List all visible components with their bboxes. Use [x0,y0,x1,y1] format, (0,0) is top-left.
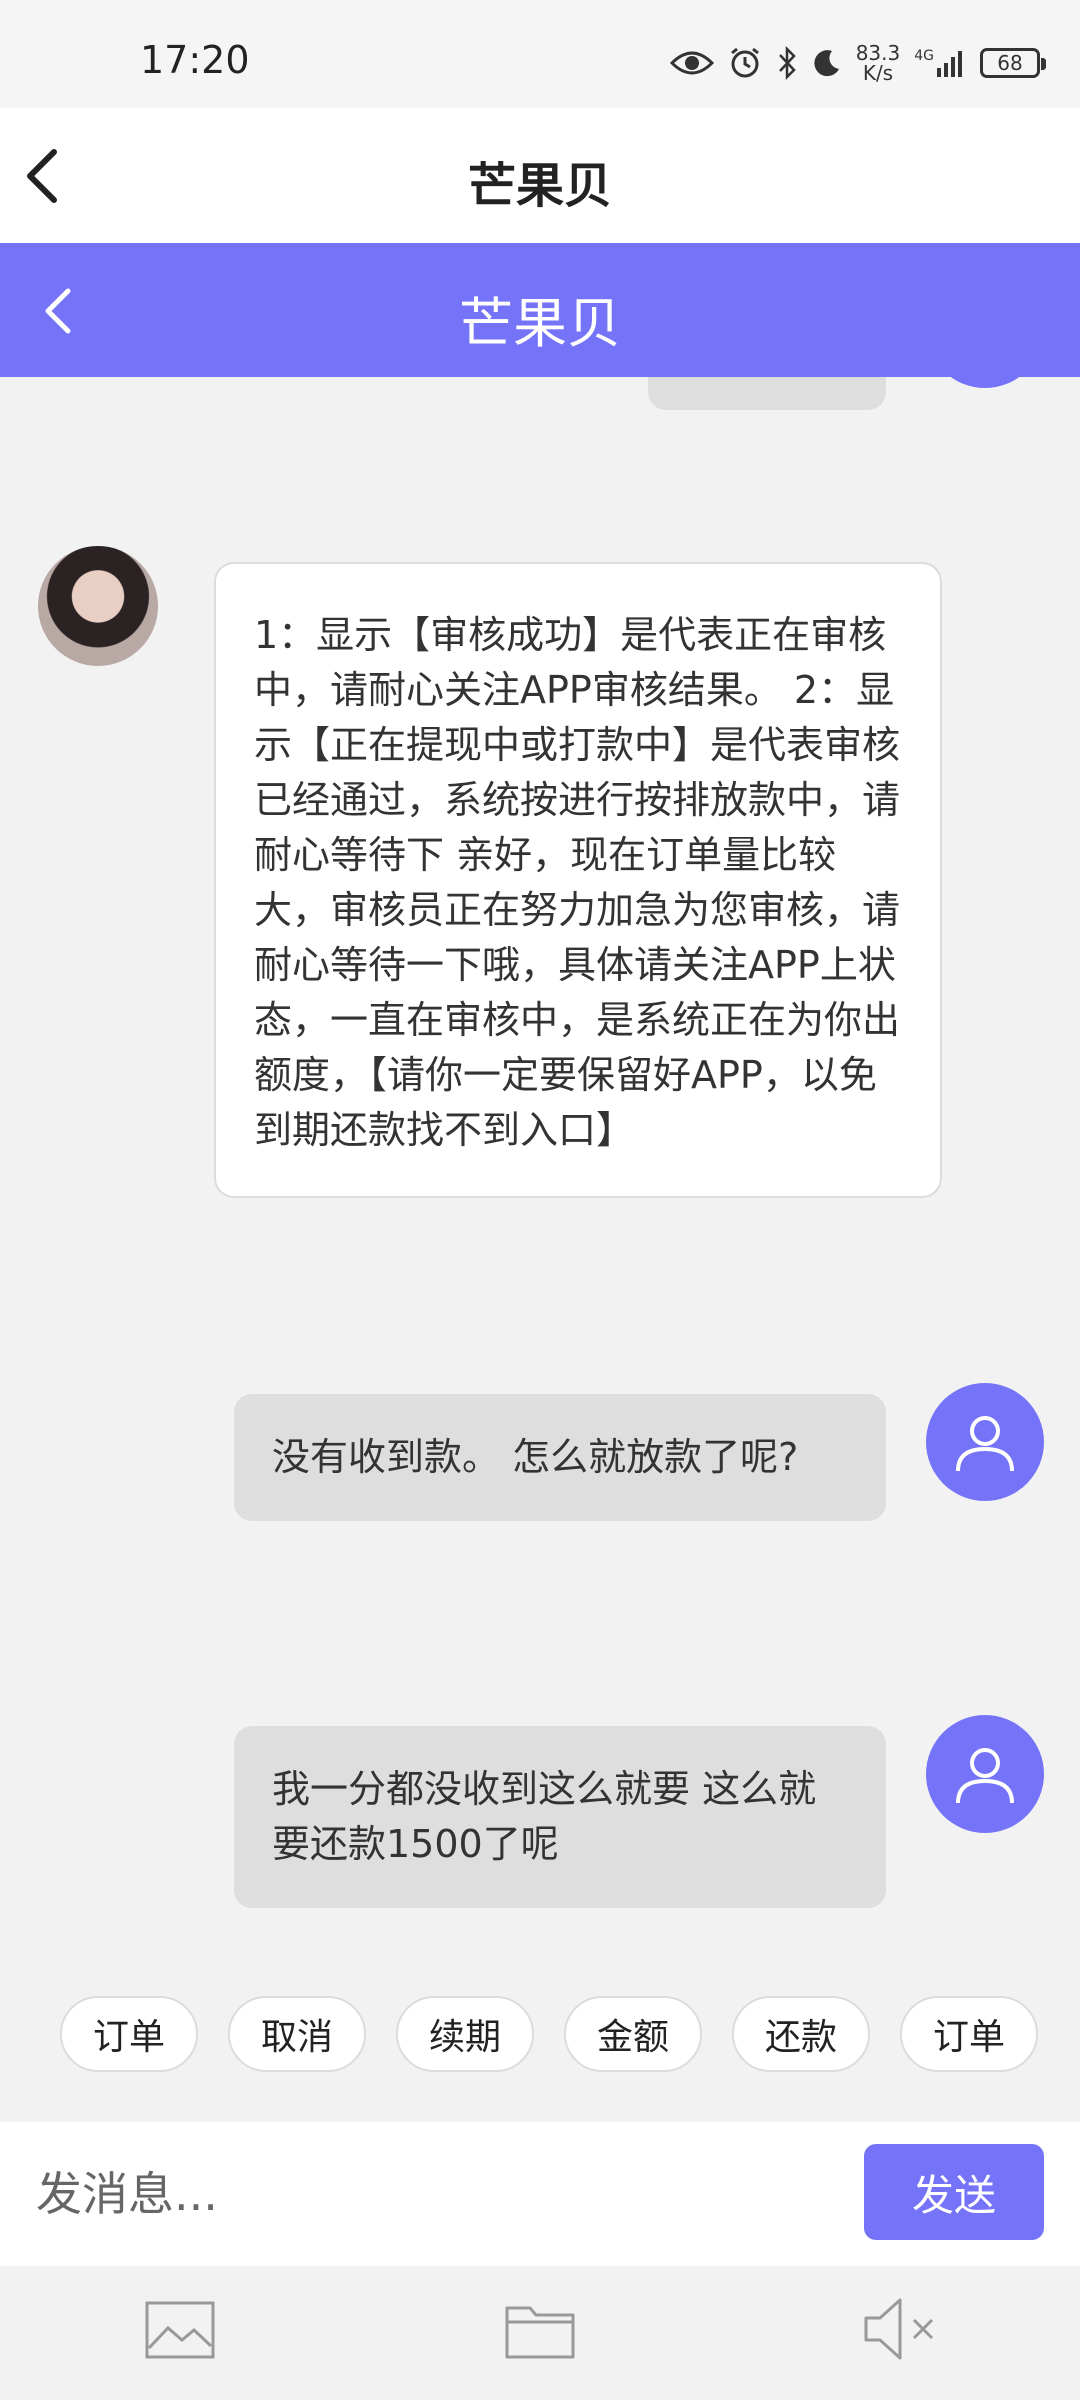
quick-reply-chip[interactable]: 取消 [228,1996,366,2072]
status-icons: 83.3 K/s 4G 68 [669,38,1046,88]
battery-level: 68 [997,51,1023,75]
bluetooth-icon [776,46,798,80]
user-avatar [926,1383,1044,1501]
app-header: 芒果贝 [0,108,1080,243]
net-speed-value: 83.3 [855,41,901,65]
alarm-icon [728,46,762,80]
net-speed-unit: K/s [862,61,894,85]
page-title: 芒果贝 [467,158,612,214]
image-icon[interactable] [144,2300,216,2364]
send-button[interactable]: 发送 [864,2144,1044,2240]
agent-avatar [38,546,158,666]
quick-reply-chip[interactable]: 还款 [732,1996,870,2072]
quick-reply-chip[interactable]: 续期 [396,1996,534,2072]
quick-reply-chip[interactable]: 金额 [564,1996,702,2072]
folder-icon[interactable] [504,2300,576,2364]
moon-icon [812,48,842,78]
quick-reply-bar: 订单 取消 续期 金额 还款 订单 [0,1996,1080,2076]
battery-icon: 68 [980,48,1046,78]
quick-reply-chip[interactable]: 订单 [900,1996,1038,2072]
user-avatar [926,1715,1044,1833]
person-icon [956,1416,1014,1472]
person-icon [956,1748,1014,1804]
network-type: 4G [914,48,934,64]
message-input-bar: 发送 [0,2122,1080,2266]
status-bar: 17:20 83.3 K/s 4G 68 [0,0,1080,108]
user-message-bubble: 我一分都没收到这么就要 这么就要还款1500了呢 [234,1726,886,1908]
chat-title: 芒果贝 [459,292,621,355]
eye-icon [669,49,714,77]
user-message-bubble: 没有收到款。 怎么就放款了呢? [234,1394,886,1521]
bottom-toolbar [0,2266,1080,2400]
quick-reply-chip[interactable]: 订单 [60,1996,198,2072]
net-speed: 83.3 K/s [856,43,901,83]
mute-icon[interactable] [862,2296,938,2366]
agent-message-bubble: 1：显示【审核成功】是代表正在审核中，请耐心关注APP审核结果。 2：显示【正在… [214,562,942,1198]
status-time: 17:20 [140,38,250,82]
chat-header: 芒果贝 [0,243,1080,377]
message-input[interactable] [36,2158,816,2230]
signal-icon: 4G [914,48,966,78]
